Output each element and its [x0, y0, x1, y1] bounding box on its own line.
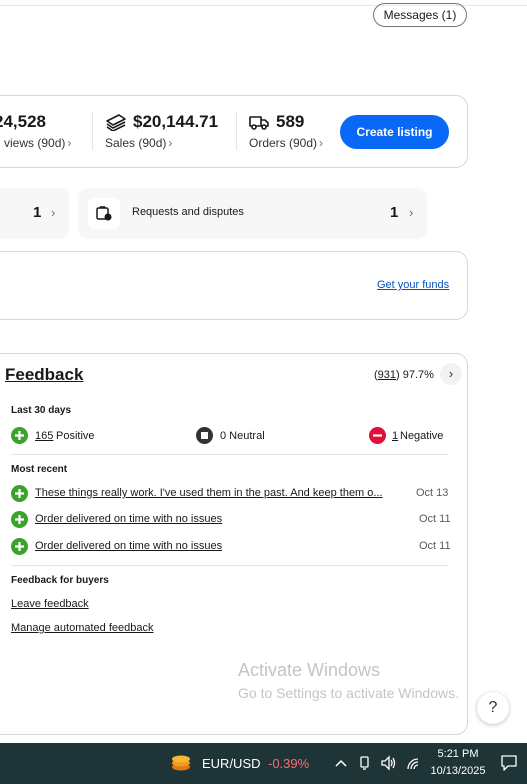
feedback-comment-link[interactable]: Order delivered on time with no issues: [35, 540, 222, 552]
most-recent-heading: Most recent: [11, 464, 68, 475]
requests-icon-box: [88, 198, 120, 229]
requests-count: 1: [390, 204, 399, 221]
create-listing-button[interactable]: Create listing: [340, 115, 449, 149]
chevron-right-icon: ›: [168, 136, 173, 150]
requests-disputes-label: Requests and disputes: [132, 206, 244, 218]
task-count: 1: [33, 204, 42, 221]
manage-automated-feedback-link[interactable]: Manage automated feedback: [11, 622, 154, 634]
positive-plus-icon: [11, 538, 28, 555]
coin-stack-icon: [172, 755, 190, 771]
feedback-for-buyers-heading: Feedback for buyers: [11, 575, 109, 586]
help-button[interactable]: ?: [477, 692, 509, 724]
notifications-icon[interactable]: [500, 754, 518, 772]
feedback-arrow-button[interactable]: ›: [440, 363, 462, 385]
section-divider: [11, 565, 449, 566]
chevron-right-icon: ›: [319, 136, 324, 150]
negative-minus-icon: [369, 427, 386, 444]
neutral-square-icon: [196, 427, 213, 444]
ticker-symbol: EUR/USD: [202, 756, 261, 771]
chevron-right-icon: ›: [409, 205, 414, 220]
positive-label: Positive: [56, 430, 95, 442]
sales-label: Sales (90d): [105, 136, 167, 150]
windows-taskbar: EUR/USD -0.39% 5:21 PM 10/13/2025: [0, 743, 527, 784]
wifi-icon[interactable]: [405, 755, 423, 771]
activate-windows-watermark: Activate Windows: [238, 660, 381, 680]
volume-icon[interactable]: [380, 755, 398, 771]
feedback-score: (931) 97.7%: [374, 369, 434, 381]
feedback-count[interactable]: 931: [378, 369, 396, 381]
feedback-comment-link[interactable]: Order delivered on time with no issues: [35, 513, 222, 525]
truck-icon: [249, 116, 269, 130]
orders-value: 589: [276, 112, 305, 131]
clock-time[interactable]: 5:21 PM: [430, 748, 486, 760]
feedback-card: Feedback (931) 97.7% › Last 30 days 165 …: [0, 353, 468, 735]
chevron-right-icon: ›: [51, 205, 56, 220]
ticker-change: -0.39%: [268, 756, 310, 771]
feedback-comment-link[interactable]: These things really work. I've used them…: [35, 487, 383, 499]
money-stack-icon: [106, 114, 126, 131]
get-your-funds-link[interactable]: Get your funds: [377, 279, 449, 291]
orders-label: Orders (90d): [249, 136, 318, 150]
clock-date[interactable]: 10/13/2025: [426, 765, 490, 777]
listing-views-value: 24,528: [0, 112, 46, 131]
feedback-date: Oct 13: [416, 487, 449, 499]
stat-divider: [236, 112, 237, 150]
ticker-widget[interactable]: EUR/USD -0.39%: [170, 743, 318, 784]
positive-plus-icon: [11, 427, 28, 444]
negative-count[interactable]: 1: [392, 430, 398, 442]
clipboard-alert-icon: [96, 206, 112, 221]
neutral-label: 0 Neutral: [220, 430, 265, 442]
requests-disputes-tile[interactable]: Requests and disputes 1 ›: [78, 188, 427, 239]
leave-feedback-link[interactable]: Leave feedback: [11, 598, 89, 610]
activate-windows-hint: Go to Settings to activate Windows.: [238, 685, 459, 701]
meet-now-icon[interactable]: [358, 755, 372, 771]
feedback-date: Oct 11: [419, 513, 451, 525]
chevron-right-icon: ›: [67, 136, 72, 150]
feedback-percent: 97.7%: [402, 369, 434, 381]
last-30-days-heading: Last 30 days: [11, 405, 72, 416]
negative-label: Negative: [400, 430, 444, 442]
section-divider: [11, 454, 449, 455]
messages-button[interactable]: Messages (1): [373, 3, 467, 27]
payouts-card: Get your funds: [0, 251, 468, 320]
task-tile-left[interactable]: 1 ›: [0, 188, 69, 239]
stat-divider: [92, 112, 93, 150]
listing-views-label: g views (90d): [0, 136, 66, 150]
positive-count[interactable]: 165: [35, 430, 53, 442]
positive-plus-icon: [11, 511, 28, 528]
feedback-date: Oct 11: [419, 540, 451, 552]
chevron-up-icon[interactable]: [334, 757, 348, 769]
feedback-title[interactable]: Feedback: [5, 365, 83, 385]
performance-stats-card: 24,528 g views (90d)› $20,144.71 Sales (…: [0, 95, 468, 168]
sales-value: $20,144.71: [133, 112, 219, 131]
positive-plus-icon: [11, 485, 28, 502]
